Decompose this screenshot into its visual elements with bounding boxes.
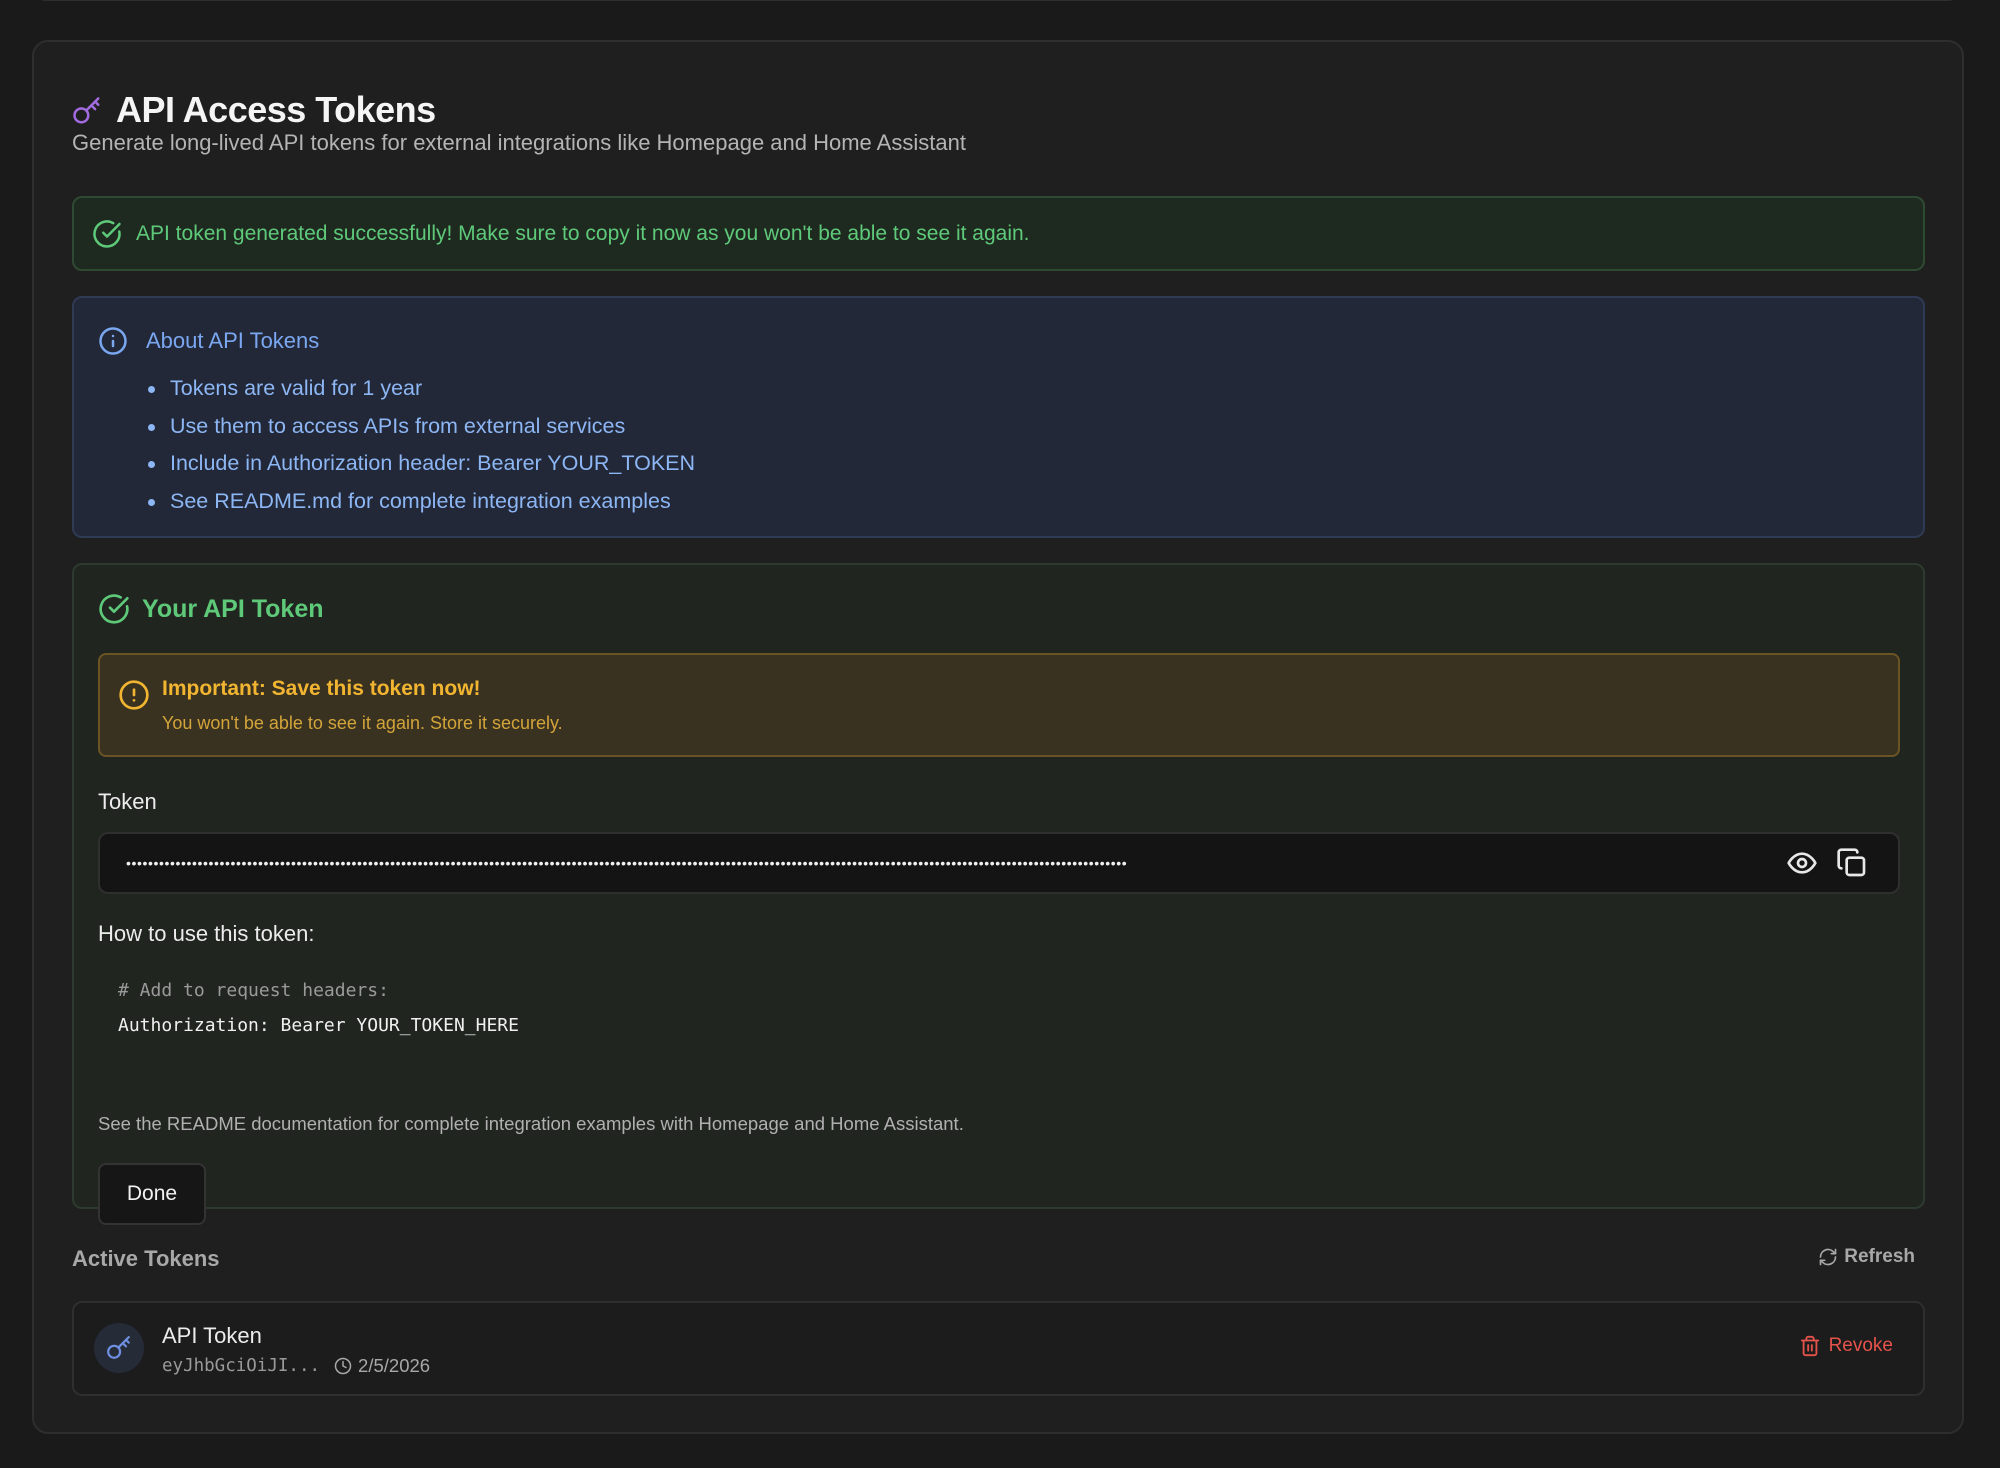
trash-icon (1800, 1335, 1819, 1357)
list-item: Include in Authorization header: Bearer … (148, 445, 695, 483)
token-label: Token (98, 789, 157, 814)
how-to-title: How to use this token: (98, 921, 315, 946)
token-name: API Token (162, 1323, 262, 1348)
alert-circle-icon (119, 680, 149, 710)
page-title: API Access Tokens (116, 89, 436, 130)
your-token-title: Your API Token (142, 594, 324, 623)
page-subtitle: Generate long-lived API tokens for exter… (72, 130, 966, 155)
about-tokens-list: Tokens are valid for 1 year Use them to … (148, 370, 695, 520)
done-button[interactable]: Done (98, 1163, 206, 1225)
about-tokens-box: About API Tokens Tokens are valid for 1 … (72, 296, 1925, 538)
api-tokens-panel: API Access Tokens Generate long-lived AP… (32, 40, 1964, 1434)
list-item: See README.md for complete integration e… (148, 483, 695, 521)
save-warning: Important: Save this token now! You won'… (98, 653, 1900, 757)
your-token-card: Your API Token Important: Save this toke… (72, 563, 1925, 1225)
info-icon (99, 327, 127, 355)
key-icon (107, 1336, 130, 1359)
key-icon (73, 97, 100, 124)
copy-icon[interactable] (1836, 847, 1868, 879)
success-alert: API token generated successfully! Make s… (72, 196, 1925, 271)
revoke-button[interactable]: Revoke (1799, 1335, 1893, 1357)
token-field[interactable]: ••••••••••••••••••••••••••••••••••••••••… (98, 832, 1900, 894)
warning-title: Important: Save this token now! (162, 677, 481, 700)
about-tokens-title: About API Tokens (146, 328, 320, 353)
refresh-label: Refresh (1844, 1246, 1915, 1267)
token-row: API Token eyJhbGciOiJI... 2/5/2026 Revok… (72, 1301, 1925, 1396)
refresh-button[interactable]: Refresh (1818, 1246, 1915, 1268)
token-prefix: eyJhbGciOiJI... (162, 1356, 321, 1376)
active-tokens-title: Active Tokens (72, 1246, 220, 1271)
clock-icon (334, 1357, 352, 1375)
code-comment: # Add to request headers: (118, 980, 389, 1001)
usage-code-block: # Add to request headers: Authorization:… (118, 973, 519, 1043)
top-bar-edge (32, 0, 1962, 1)
code-line: Authorization: Bearer YOUR_TOKEN_HERE (118, 1015, 519, 1036)
token-avatar (94, 1323, 144, 1373)
refresh-icon (1819, 1248, 1837, 1266)
list-item: Tokens are valid for 1 year (148, 370, 695, 408)
token-date: 2/5/2026 (358, 1355, 431, 1376)
revoke-label: Revoke (1828, 1335, 1893, 1356)
warning-text: You won't be able to see it again. Store… (162, 713, 563, 733)
success-alert-text: API token generated successfully! Make s… (136, 221, 1030, 245)
check-circle-icon (93, 219, 121, 248)
check-circle-icon (99, 594, 129, 624)
readme-note: See the README documentation for complet… (98, 1113, 964, 1134)
eye-icon[interactable] (1786, 847, 1818, 879)
token-value-masked[interactable]: ••••••••••••••••••••••••••••••••••••••••… (126, 834, 1771, 892)
token-meta: eyJhbGciOiJI... 2/5/2026 (162, 1355, 430, 1377)
list-item: Use them to access APIs from external se… (148, 408, 695, 446)
